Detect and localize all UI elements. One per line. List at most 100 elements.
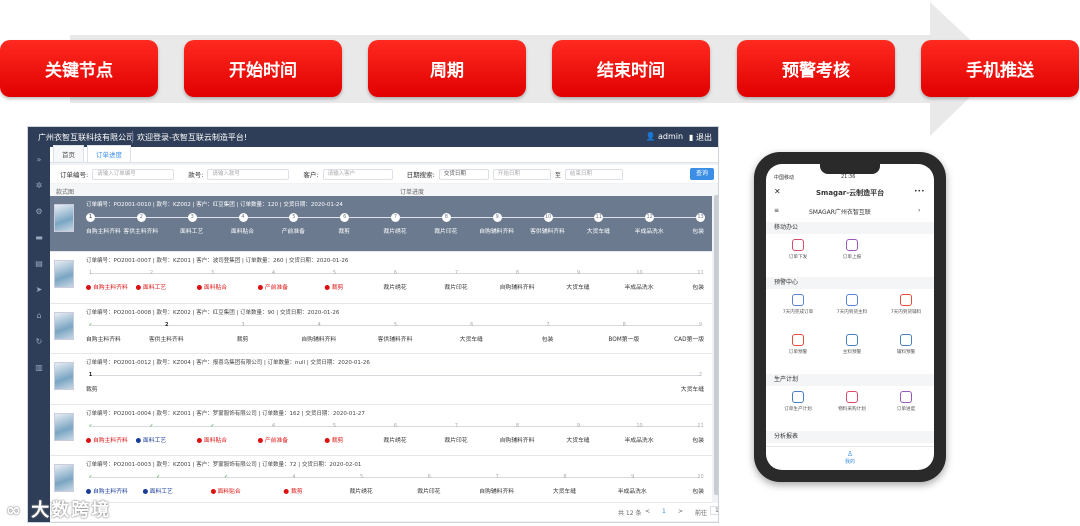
phone-section-title: 预警中心 [766, 277, 934, 289]
phone-mockup: 中国移动 21:36 ✕ Smagar-云制造平台 ••• SMAGAR广州衣智… [754, 152, 946, 482]
progress-step-label: BOM第一版 [608, 337, 640, 343]
menu-icon[interactable]: ≡ [774, 207, 779, 214]
welcome-text: 欢迎登录-衣智互联云制造平台! [137, 132, 248, 142]
progress-node: 8 [515, 423, 520, 429]
progress-node: ✓ [156, 474, 161, 480]
phone-menu-item[interactable]: 订单下发 [772, 239, 824, 260]
more-icon[interactable]: ••• [914, 188, 925, 195]
phone-company: SMAGAR广州衣智互联 [809, 209, 871, 216]
progress-step-label: 产前准备 [257, 282, 288, 291]
start-date-input[interactable]: 开始日期 [492, 168, 551, 180]
style-label: 款号: [188, 171, 204, 179]
document-icon[interactable]: ▤ [28, 251, 50, 277]
process-step-3: 周期 [368, 40, 526, 97]
progress-node: 9 [492, 213, 502, 222]
status-dot-icon [257, 285, 263, 290]
phone-menu-item[interactable]: 主料预警 [826, 334, 878, 355]
progress-node: 6 [393, 270, 398, 276]
phone-title: Smagar-云制造平台 [816, 189, 885, 197]
progress-step-label: 自购辅料齐料 [499, 438, 535, 444]
menu-item-icon [900, 334, 912, 346]
expand-icon[interactable]: » [28, 147, 50, 173]
phone-menu-item[interactable]: 订单生产计划 [772, 391, 824, 412]
progress-step-label: 面料贴合 [230, 229, 255, 235]
garment-thumbnail [54, 464, 74, 492]
status-time: 21:36 [841, 174, 856, 180]
profile-icon[interactable]: ♙ [766, 450, 934, 458]
progress-step-label: 自购主料齐料 [86, 282, 128, 291]
user-menu[interactable]: 👤 admin [645, 132, 683, 143]
progress-node: 1 [88, 372, 93, 378]
chevron-right-icon[interactable]: › [918, 207, 920, 214]
tab-order-progress[interactable]: 订单进度 [87, 145, 131, 162]
list-scrollbar[interactable] [714, 195, 718, 495]
menu-item-icon [846, 239, 858, 251]
phone-menu-item[interactable]: 辅料预警 [880, 334, 932, 355]
progress-node: 8 [515, 270, 520, 276]
next-page-button[interactable]: > [678, 508, 683, 515]
phone-menu-item[interactable]: 7天内到货辅料 [880, 294, 932, 315]
current-page[interactable]: 1 [662, 508, 666, 515]
query-button[interactable]: 查询 [690, 168, 714, 180]
process-step-1: 关键节点 [0, 40, 158, 97]
watermark-logo: ∞ 大数跨境 [6, 500, 112, 521]
order-number-label: 订单编号: [60, 171, 89, 179]
message-icon[interactable]: ▬ [28, 225, 50, 251]
phone-menu-item[interactable]: 7天内到货主料 [826, 294, 878, 315]
style-input[interactable]: 请输入款号 [207, 168, 290, 180]
prev-page-button[interactable]: < [645, 508, 650, 515]
garment-thumbnail [54, 260, 74, 288]
progress-node: 1 [86, 213, 95, 222]
phone-menu-item[interactable]: 订单进度 [880, 391, 932, 412]
progress-node: 5 [332, 423, 337, 429]
progress-node: 8 [441, 213, 451, 222]
refresh-icon[interactable]: ↻ [28, 329, 50, 355]
garment-thumbnail [54, 362, 74, 390]
close-icon[interactable]: ✕ [774, 187, 781, 196]
phone-menu-item[interactable]: 订单预警 [772, 334, 824, 355]
progress-node: 6 [470, 322, 474, 328]
send-icon[interactable]: ➤ [28, 277, 50, 303]
order-row[interactable]: 订单编号：PO2001-0008 | 款号：KZ002 | 客户：红豆集团 | … [50, 304, 712, 354]
order-number-input[interactable]: 请输入订单编号 [92, 168, 175, 180]
end-date-input[interactable]: 结束日期 [564, 168, 623, 180]
home-icon[interactable]: ⌂ [28, 303, 50, 329]
company-name: 广州衣智互联科技有限公司 [38, 132, 134, 142]
progress-step-label: 裁片绣花 [383, 285, 407, 291]
order-row[interactable]: 订单编号：PO2001-0007 | 款号：KZ001 | 客户：波司登集团 |… [50, 252, 712, 304]
progress-node: 3 [241, 322, 245, 328]
goto-page-input[interactable]: 1 [710, 506, 718, 515]
progress-step-label: 裁片印花 [417, 489, 441, 495]
phone-menu-item[interactable]: 7天内完成订单 [772, 294, 824, 315]
menu-item-icon [846, 391, 858, 403]
progress-node: 5 [393, 322, 398, 328]
tab-home[interactable]: 首页 [53, 145, 84, 162]
progress-step-label: 包装 [692, 229, 704, 235]
order-row[interactable]: 订单编号：PO2001-0003 | 款号：KZ001 | 客户：罗蒙服饰有限公… [50, 456, 712, 503]
date-type-select[interactable]: 交货日期 [438, 168, 489, 180]
chart-icon[interactable]: ▥ [28, 355, 50, 381]
order-row[interactable]: 订单编号：PO2001-0004 | 款号：KZ001 | 客户：罗蒙服饰有限公… [50, 405, 712, 456]
tab-mine[interactable]: 我的 [766, 458, 934, 465]
progress-step-label: 自购辅料齐料 [301, 337, 337, 343]
progress-step-label: 裁剪 [236, 337, 249, 343]
order-row[interactable]: 订单编号：PO2001-0010 | 款号：KZ002 | 客户：红豆集团 | … [50, 196, 712, 252]
progress-step-label: 自购主料齐料 [86, 486, 128, 495]
logout-icon: ▮ [689, 132, 694, 142]
customer-input[interactable]: 请输入客户 [322, 168, 393, 180]
progress-step-label: 半成品洗水 [617, 489, 647, 495]
progress-node: 11 [594, 213, 604, 222]
progress-node: 7 [546, 322, 550, 328]
status-dot-icon [210, 489, 216, 494]
phone-menu-item[interactable]: 物料采购计划 [826, 391, 878, 412]
total-count: 共 12 条 [618, 510, 642, 517]
progress-node: 11 [697, 423, 704, 429]
phone-menu-item[interactable]: 订单上报 [826, 239, 878, 260]
settings-icon[interactable]: ✲ [28, 173, 50, 199]
order-row[interactable]: 订单编号：PO2001-0012 | 款号：KZ004 | 客户：报喜鸟集团有限… [50, 354, 712, 405]
logout-button[interactable]: ▮ 退出 [689, 132, 712, 143]
progress-step-label: 包装 [692, 438, 704, 444]
gear-icon[interactable]: ⚙ [28, 199, 50, 225]
status-dot-icon [135, 438, 141, 443]
progress-step-label: 面料工艺 [142, 486, 173, 495]
